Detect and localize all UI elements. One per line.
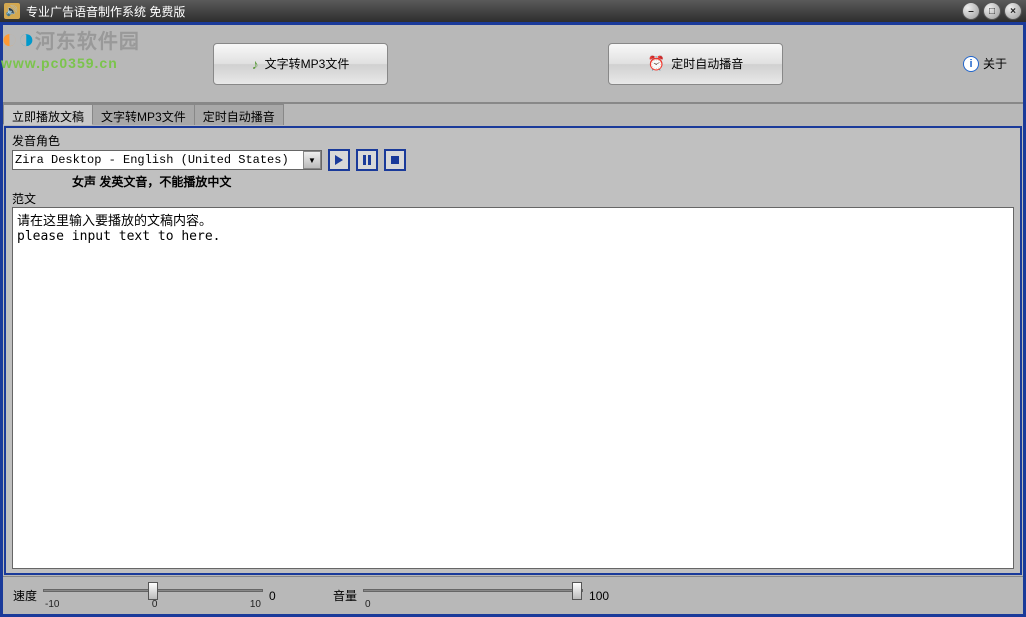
alarm-clock-icon: ⏰ [648,55,665,72]
volume-min-tick: 0 [365,599,371,610]
about-link[interactable]: i 关于 [963,55,1007,72]
play-button[interactable] [328,149,350,171]
music-note-icon: ♪ [252,56,259,72]
close-button[interactable]: × [1004,2,1022,20]
volume-slider[interactable] [363,581,583,599]
volume-label: 音量 [333,587,357,604]
toolbar: ♪ 文字转MP3文件 ⏰ 定时自动播音 i 关于 [3,25,1023,103]
bottom-bar: 速度 -10 0 10 0 音量 0 [3,576,1023,614]
voice-select[interactable] [12,150,322,170]
speed-value: 0 [269,589,293,603]
volume-slider-group: 音量 0 100 [333,581,613,610]
sample-text-label: 范文 [12,190,1014,207]
voice-select-wrap: ▼ [12,150,322,170]
titlebar: 🔊 专业广告语音制作系统 免费版 – □ × [0,0,1026,22]
about-label: 关于 [983,55,1007,72]
speed-min-tick: -10 [45,599,59,610]
tab-play-now[interactable]: 立即播放文稿 [3,104,93,125]
voice-description: 女声 发英文音，不能播放中文 [72,173,1014,190]
app-window: 🔊 专业广告语音制作系统 免费版 – □ × ◐◑ 河东软件园 www.pc03… [0,0,1026,617]
minimize-button[interactable]: – [962,2,980,20]
text-to-mp3-button[interactable]: ♪ 文字转MP3文件 [213,43,388,85]
stop-button[interactable] [384,149,406,171]
volume-value: 100 [589,589,613,603]
speed-max-tick: 10 [250,599,261,610]
speed-mid-tick: 0 [152,599,158,610]
info-icon: i [963,56,979,72]
tab-text-to-mp3[interactable]: 文字转MP3文件 [92,104,195,125]
tab-timer-play[interactable]: 定时自动播音 [194,104,284,125]
timer-play-button[interactable]: ⏰ 定时自动播音 [608,43,783,85]
speed-label: 速度 [13,587,37,604]
window-controls: – □ × [962,2,1022,20]
speed-slider[interactable] [43,581,263,599]
pause-button[interactable] [356,149,378,171]
timer-play-label: 定时自动播音 [671,55,743,72]
tabbar: 立即播放文稿 文字转MP3文件 定时自动播音 [3,103,1023,125]
content-textarea[interactable] [12,207,1014,569]
app-icon: 🔊 [4,3,20,19]
window-title: 专业广告语音制作系统 免费版 [26,3,962,20]
maximize-button[interactable]: □ [983,2,1001,20]
voice-role-label: 发音角色 [12,132,1014,149]
text-to-mp3-label: 文字转MP3文件 [265,55,350,72]
speed-slider-group: 速度 -10 0 10 0 [13,581,293,610]
client-area: ◐◑ 河东软件园 www.pc0359.cn ♪ 文字转MP3文件 ⏰ 定时自动… [0,22,1026,617]
tab-content: 发音角色 ▼ 女声 发英文音，不能播放中文 范文 [4,126,1022,575]
